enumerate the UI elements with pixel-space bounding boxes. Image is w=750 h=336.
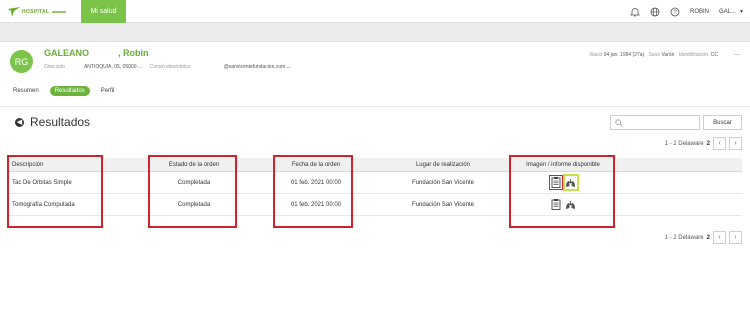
- direccion-label: Dirección: [44, 64, 65, 70]
- cell-descripcion: Tac De Orbitas Simple: [12, 179, 72, 186]
- logo-tagline-mark: [52, 10, 67, 13]
- results-title: Resultados: [30, 115, 91, 129]
- correo-value: @sanvicentefundacion.com ...: [223, 64, 291, 70]
- prev-page-button[interactable]: ‹: [713, 231, 726, 244]
- cell-fecha: 01 feb. 2021 00:00: [290, 201, 342, 208]
- identificacion-value: CC: [710, 52, 718, 58]
- hospital-logo[interactable]: HOSPITAL: [8, 6, 67, 17]
- bird-logo-icon: [8, 6, 20, 17]
- results-panel: ◀ Resultados Buscar 1 - 2 Delaware 2 ‹ ›…: [0, 106, 750, 336]
- language-globe-icon[interactable]: [650, 7, 660, 17]
- cell-estado: Completada: [177, 179, 211, 186]
- prev-page-button[interactable]: ‹: [713, 137, 726, 150]
- back-arrow-icon[interactable]: ◀: [15, 117, 24, 127]
- lungs-image-icon[interactable]: [562, 174, 579, 191]
- search-input[interactable]: [610, 115, 700, 130]
- column-header-fecha[interactable]: Fecha de la orden: [276, 158, 356, 171]
- top-navigation-bar: HOSPITAL Mi salud ? ROBIN GAL... ▼: [0, 0, 750, 23]
- column-header-imagen-informe: Imagen / informe disponible: [526, 161, 600, 168]
- patient-demographics: Nació 04 jun. 1994 (27a) Sexo Varón Iden…: [589, 52, 718, 58]
- search-icon: [615, 119, 623, 127]
- mi-salud-nav-button[interactable]: Mi salud: [81, 0, 126, 23]
- next-page-button[interactable]: ›: [729, 137, 742, 150]
- cell-imagen-informe: [511, 172, 615, 193]
- patient-tabs: Resumen Resultados Perfil: [8, 86, 119, 96]
- results-table: Descripción Estado de la orden Fecha de …: [8, 158, 742, 216]
- identificacion-label: Identificación.: [678, 52, 710, 58]
- logo-text: HOSPITAL: [22, 8, 50, 15]
- cell-imagen-informe: [511, 194, 615, 215]
- direccion-value: ANTIOQUIA, 05, 05000 ...: [83, 64, 143, 70]
- report-document-icon[interactable]: [550, 198, 562, 211]
- lungs-image-icon[interactable]: [565, 198, 577, 211]
- table-row[interactable]: Tac De Orbitas Simple Completada 01 feb.…: [8, 172, 742, 194]
- patient-surname: GALEANO: [44, 48, 89, 58]
- notifications-bell-icon[interactable]: [630, 7, 640, 17]
- correo-label: Correo electrónico: [149, 64, 191, 70]
- more-options-button[interactable]: ...: [734, 50, 740, 57]
- pagination-bottom: 1 - 2 Delaware 2 ‹ ›: [665, 231, 742, 244]
- tab-perfil[interactable]: Perfil: [96, 86, 120, 96]
- column-header-lugar[interactable]: Lugar de realización: [393, 158, 493, 171]
- user-menu-label: GAL...: [719, 8, 737, 15]
- pagination-range: 1 - 2 Delaware: [664, 234, 704, 241]
- pagination-range: 1 - 2 Delaware: [664, 140, 704, 147]
- report-document-icon[interactable]: [548, 175, 563, 190]
- avatar: RG: [10, 50, 33, 73]
- pagination-total: 2: [706, 140, 710, 147]
- patient-given-name: , Robin: [118, 48, 149, 58]
- cell-lugar: Fundación San Vicente: [412, 201, 474, 208]
- results-heading: ◀ Resultados: [15, 115, 90, 129]
- cell-lugar: Fundación San Vicente: [412, 179, 474, 186]
- sexo-value: Varón: [661, 52, 675, 58]
- column-header-estado[interactable]: Estado de la orden: [151, 158, 237, 171]
- patient-contact-info: Dirección ANTIOQUIA, 05, 05000 ... Corre…: [44, 64, 291, 70]
- tab-resultados[interactable]: Resultados: [49, 86, 90, 96]
- nacio-value: 04 jun. 1994 (27a): [603, 52, 645, 58]
- cell-fecha: 01 feb. 2021 00:00: [290, 179, 342, 186]
- user-menu[interactable]: GAL... ▼: [719, 9, 744, 15]
- help-icon[interactable]: ?: [670, 7, 680, 17]
- top-right-actions: ? ROBIN GAL... ▼: [630, 0, 744, 23]
- cell-estado: Completada: [177, 201, 211, 208]
- pagination-total: 2: [706, 234, 710, 241]
- chevron-down-icon: ▼: [739, 8, 744, 15]
- tab-resumen[interactable]: Resumen: [8, 86, 44, 96]
- user-name[interactable]: ROBIN: [690, 9, 709, 15]
- pagination-top: 1 - 2 Delaware 2 ‹ ›: [665, 137, 742, 150]
- patient-header: RG GALEANO , Robin Dirección ANTIOQUIA, …: [0, 41, 750, 106]
- buscar-button[interactable]: Buscar: [703, 115, 742, 130]
- table-row[interactable]: Tomografía Computada Completada 01 feb. …: [8, 194, 742, 216]
- nacio-label: Nació: [589, 52, 603, 58]
- cell-descripcion: Tomografía Computada: [12, 201, 75, 208]
- table-header: Descripción Estado de la orden Fecha de …: [8, 158, 742, 172]
- column-header-descripcion[interactable]: Descripción: [8, 158, 98, 171]
- next-page-button[interactable]: ›: [729, 231, 742, 244]
- sexo-label: Sexo: [648, 52, 661, 58]
